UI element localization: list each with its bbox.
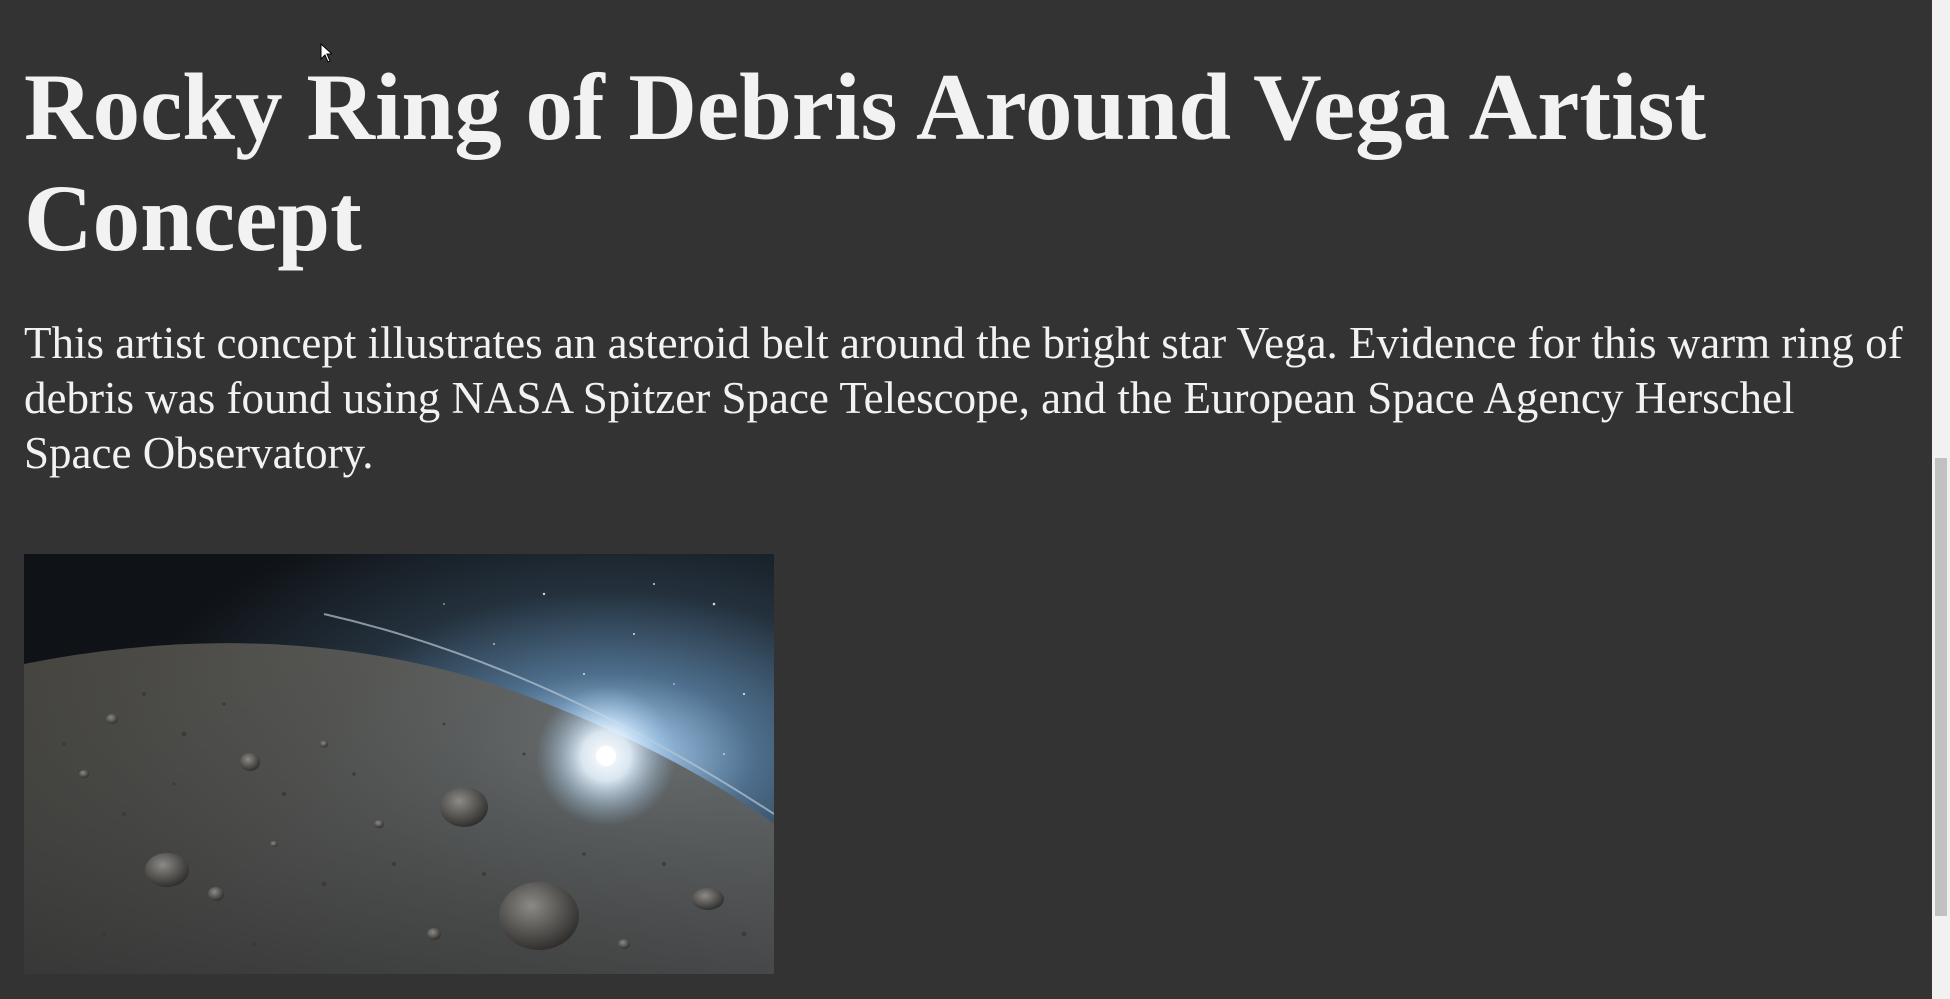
artist-concept-image	[24, 554, 774, 974]
vega-debris-illustration	[24, 554, 774, 974]
article: Rocky Ring of Debris Around Vega Artist …	[24, 0, 1904, 481]
vertical-scrollbar[interactable]	[1932, 0, 1950, 999]
page-title: Rocky Ring of Debris Around Vega Artist …	[24, 54, 1707, 271]
scrollbar-thumb[interactable]	[1935, 458, 1947, 916]
page-description: This artist concept illustrates an aster…	[24, 318, 1903, 478]
arrow-cursor-icon	[320, 43, 332, 63]
